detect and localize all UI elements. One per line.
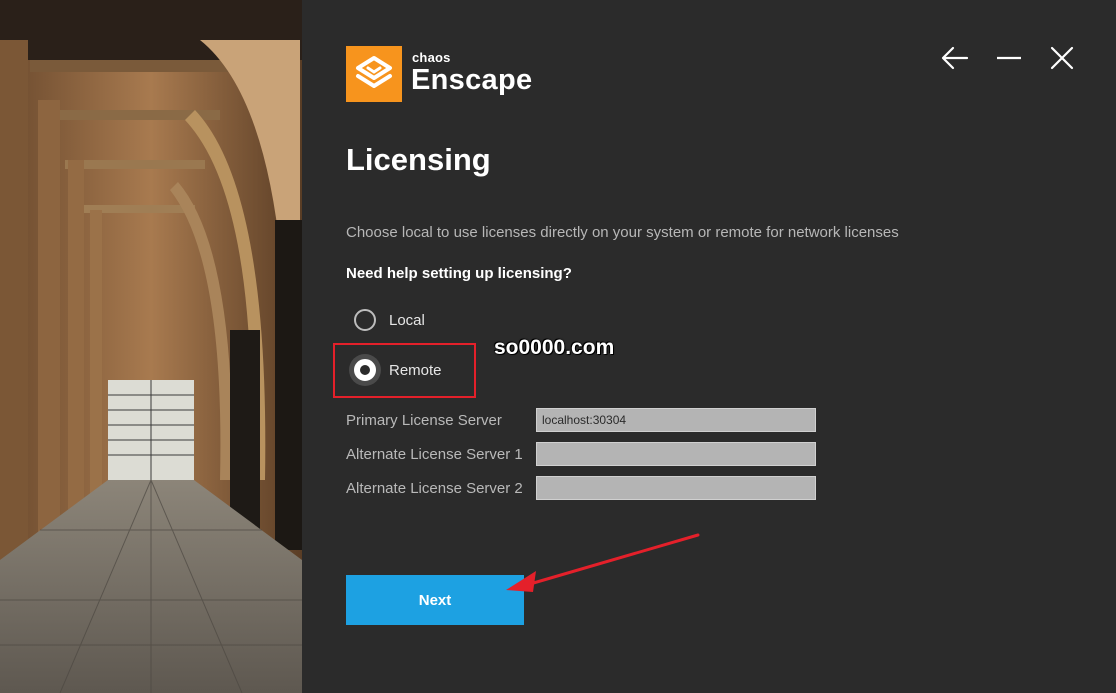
- hero-image: [0, 0, 302, 693]
- next-button[interactable]: Next: [346, 575, 524, 625]
- primary-server-label: Primary License Server: [346, 412, 502, 429]
- page-title: Licensing: [346, 142, 491, 177]
- brand-product: Enscape: [411, 64, 533, 96]
- annotation-highlight-box: [333, 343, 476, 398]
- brand-company: chaos: [412, 50, 451, 65]
- radio-local-indicator[interactable]: [354, 309, 376, 331]
- alternate-server-2-input[interactable]: [536, 476, 816, 500]
- enscape-logo: [346, 46, 402, 102]
- close-button[interactable]: [1046, 42, 1078, 74]
- page-description: Choose local to use licenses directly on…: [346, 224, 899, 241]
- minimize-icon: [997, 56, 1021, 60]
- minimize-button[interactable]: [993, 42, 1025, 74]
- arrow-left-icon: [941, 46, 969, 70]
- watermark: so0000.com: [494, 336, 615, 359]
- alternate-server-1-label: Alternate License Server 1: [346, 446, 523, 463]
- close-icon: [1050, 46, 1074, 70]
- alternate-server-2-label: Alternate License Server 2: [346, 480, 523, 497]
- radio-local[interactable]: Local: [354, 307, 425, 333]
- radio-local-label: Local: [389, 311, 425, 329]
- alternate-server-1-input[interactable]: [536, 442, 816, 466]
- back-button[interactable]: [939, 42, 971, 74]
- help-link[interactable]: Need help setting up licensing?: [346, 265, 572, 282]
- primary-server-input[interactable]: [536, 408, 816, 432]
